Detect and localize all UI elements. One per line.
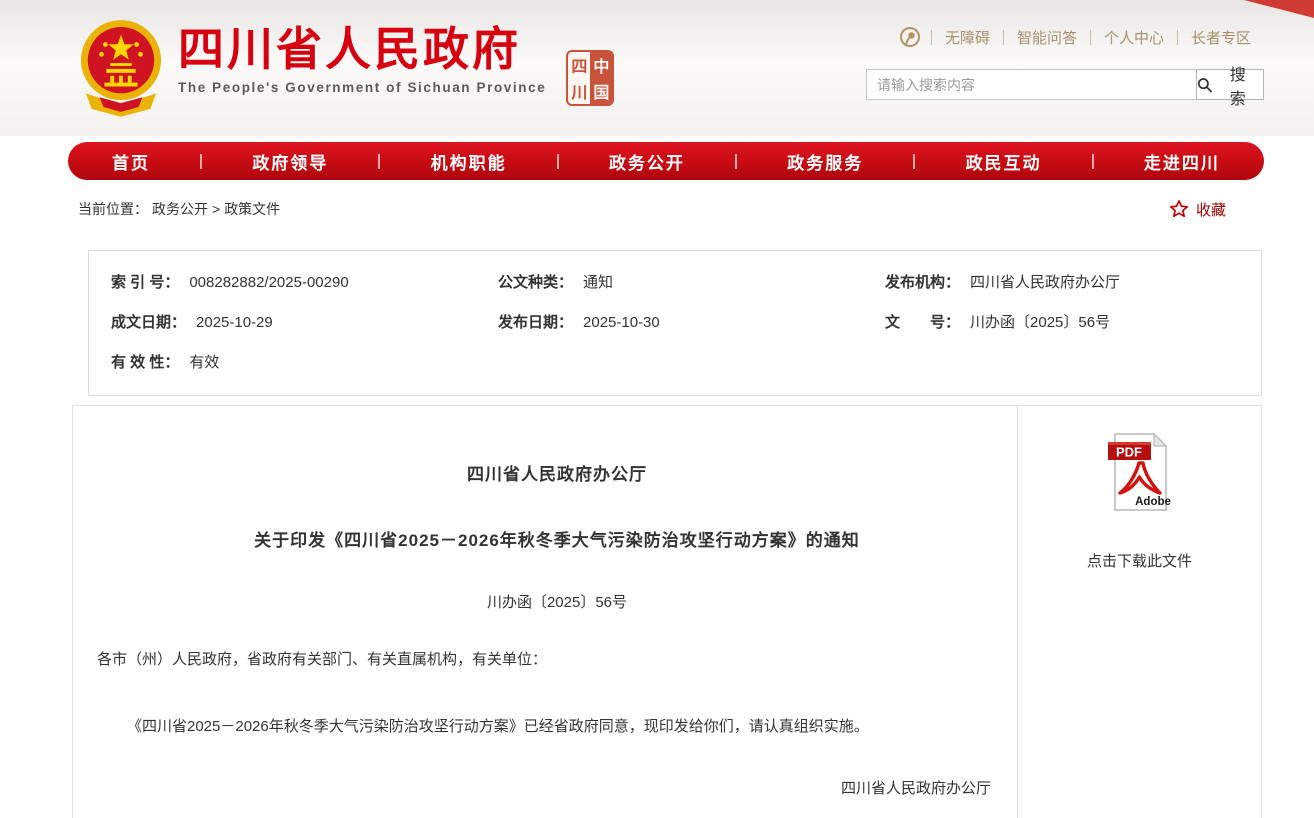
nav-separator <box>913 154 915 169</box>
utility-bar: 无障碍 智能问答 个人中心 长者专区 <box>899 26 1264 48</box>
breadcrumb-separator: > <box>212 201 220 217</box>
meta-document-type: 公文种类： 通知 <box>498 263 885 303</box>
attachment-sidebar: PDF Adobe 点击下载此文件 <box>1017 406 1261 818</box>
pdf-banner-label: PDF <box>1116 445 1142 460</box>
site-header: 四川省人民政府 The People's Government of Sichu… <box>0 0 1314 136</box>
document-metadata-box: 索 引 号： 008282882/2025-00290 公文种类： 通知 发布机构：… <box>88 250 1262 396</box>
meta-value: 川办函〔2025〕56号 <box>970 314 1110 331</box>
nav-item-gov-info[interactable]: 政务公开 <box>609 149 685 174</box>
document-title: 关于印发《四川省2025－2026年秋冬季大气污染防治攻坚行动方案》的通知 <box>97 526 1017 551</box>
breadcrumb-current-policy-files[interactable]: 政策文件 <box>224 199 280 219</box>
meta-issuing-agency: 发布机构： 四川省人民政府办公厅 <box>885 263 1261 303</box>
nav-separator <box>200 154 202 169</box>
nav-item-gov-leaders[interactable]: 政府领导 <box>252 149 328 174</box>
meta-label: 发布日期： <box>498 314 573 331</box>
document-signature: 四川省人民政府办公厅 <box>97 777 1017 798</box>
search-button[interactable]: 搜 索 <box>1196 69 1264 100</box>
nav-item-about-sichuan[interactable]: 走进四川 <box>1144 149 1220 174</box>
nav-item-interaction[interactable]: 政民互动 <box>966 149 1042 174</box>
accessibility-icon[interactable] <box>899 26 921 48</box>
meta-written-date: 成文日期： 2025-10-29 <box>111 303 498 343</box>
utility-link-senior-zone[interactable]: 长者专区 <box>1178 27 1264 48</box>
document-issuing-org: 四川省人民政府办公厅 <box>97 460 1017 485</box>
breadcrumb-row: 当前位置： 政务公开 > 政策文件 收藏 <box>78 196 1226 222</box>
document-number: 川办函〔2025〕56号 <box>97 591 1017 612</box>
search-icon <box>1197 77 1212 93</box>
breadcrumb-label: 当前位置： <box>78 199 148 219</box>
favorite-label: 收藏 <box>1196 199 1226 220</box>
nav-item-home[interactable]: 首页 <box>112 149 150 174</box>
meta-value: 2025-10-29 <box>196 314 273 331</box>
favorite-button[interactable]: 收藏 <box>1168 198 1226 220</box>
pdf-file-icon[interactable]: PDF Adobe <box>1108 432 1172 512</box>
nav-separator <box>557 154 559 169</box>
search-bar: 搜 索 <box>866 69 1264 100</box>
metadata-row: 有 效 性： 有效 <box>111 343 1261 383</box>
utility-link-personal-center[interactable]: 个人中心 <box>1091 27 1177 48</box>
main-nav: 首页 政府领导 机构职能 政务公开 政务服务 政民互动 走进四川 <box>68 142 1264 180</box>
meta-label: 索 引 号： <box>111 274 179 291</box>
seal-char: 四 <box>568 52 590 78</box>
site-logo[interactable]: 四川省人民政府 The People's Government of Sichu… <box>80 14 614 118</box>
document-salutation: 各市（州）人民政府，省政府有关部门、有关直属机构，有关单位： <box>97 648 1017 669</box>
breadcrumb-link-gov-info[interactable]: 政务公开 <box>152 199 208 219</box>
meta-value: 有效 <box>189 354 219 371</box>
nav-item-org-functions[interactable]: 机构职能 <box>431 149 507 174</box>
meta-label: 成文日期： <box>111 314 186 331</box>
nav-separator <box>1092 154 1094 169</box>
meta-value: 2025-10-30 <box>583 314 660 331</box>
nav-separator <box>378 154 380 169</box>
document-paragraph: 《四川省2025－2026年秋冬季大气污染防治攻坚行动方案》已经省政府同意，现印… <box>97 715 1017 739</box>
meta-value: 四川省人民政府办公厅 <box>970 274 1120 291</box>
corner-decoration <box>1244 0 1314 18</box>
site-subtitle: The People's Government of Sichuan Provi… <box>178 80 546 95</box>
meta-index-number: 索 引 号： 008282882/2025-00290 <box>111 263 498 303</box>
meta-document-number: 文 号： 川办函〔2025〕56号 <box>885 303 1261 343</box>
meta-label: 公文种类： <box>498 274 573 291</box>
metadata-row: 成文日期： 2025-10-29 发布日期： 2025-10-30 文 号： 川办函〔… <box>111 303 1261 343</box>
meta-validity: 有 效 性： 有效 <box>111 343 498 383</box>
meta-label: 有 效 性： <box>111 354 179 371</box>
breadcrumb: 当前位置： 政务公开 > 政策文件 <box>78 199 280 219</box>
meta-label: 文 号： <box>885 314 960 331</box>
nav-separator <box>735 154 737 169</box>
seal-char: 国 <box>590 78 612 104</box>
search-input[interactable] <box>866 69 1196 100</box>
meta-publish-date: 发布日期： 2025-10-30 <box>498 303 885 343</box>
meta-label: 发布机构： <box>885 274 960 291</box>
site-title: 四川省人民政府 <box>178 26 546 74</box>
national-emblem-icon <box>80 14 162 118</box>
utility-link-accessibility[interactable]: 无障碍 <box>932 27 1003 48</box>
document-body: 四川省人民政府办公厅 关于印发《四川省2025－2026年秋冬季大气污染防治攻坚… <box>73 406 1017 818</box>
utility-link-smart-qa[interactable]: 智能问答 <box>1004 27 1090 48</box>
adobe-label: Adobe <box>1135 496 1171 508</box>
nav-item-gov-services[interactable]: 政务服务 <box>787 149 863 174</box>
sichuan-seal-icon: 四 中 川 国 <box>566 50 614 106</box>
meta-value: 通知 <box>583 274 613 291</box>
star-icon <box>1168 198 1190 220</box>
metadata-row: 索 引 号： 008282882/2025-00290 公文种类： 通知 发布机构：… <box>111 263 1261 303</box>
search-button-label: 搜 索 <box>1216 61 1263 109</box>
download-file-link[interactable]: 点击下载此文件 <box>1087 550 1192 571</box>
meta-value: 008282882/2025-00290 <box>189 274 348 291</box>
seal-char: 中 <box>590 52 612 78</box>
document-content-box: 四川省人民政府办公厅 关于印发《四川省2025－2026年秋冬季大气污染防治攻坚… <box>72 405 1262 818</box>
seal-char: 川 <box>568 78 590 104</box>
